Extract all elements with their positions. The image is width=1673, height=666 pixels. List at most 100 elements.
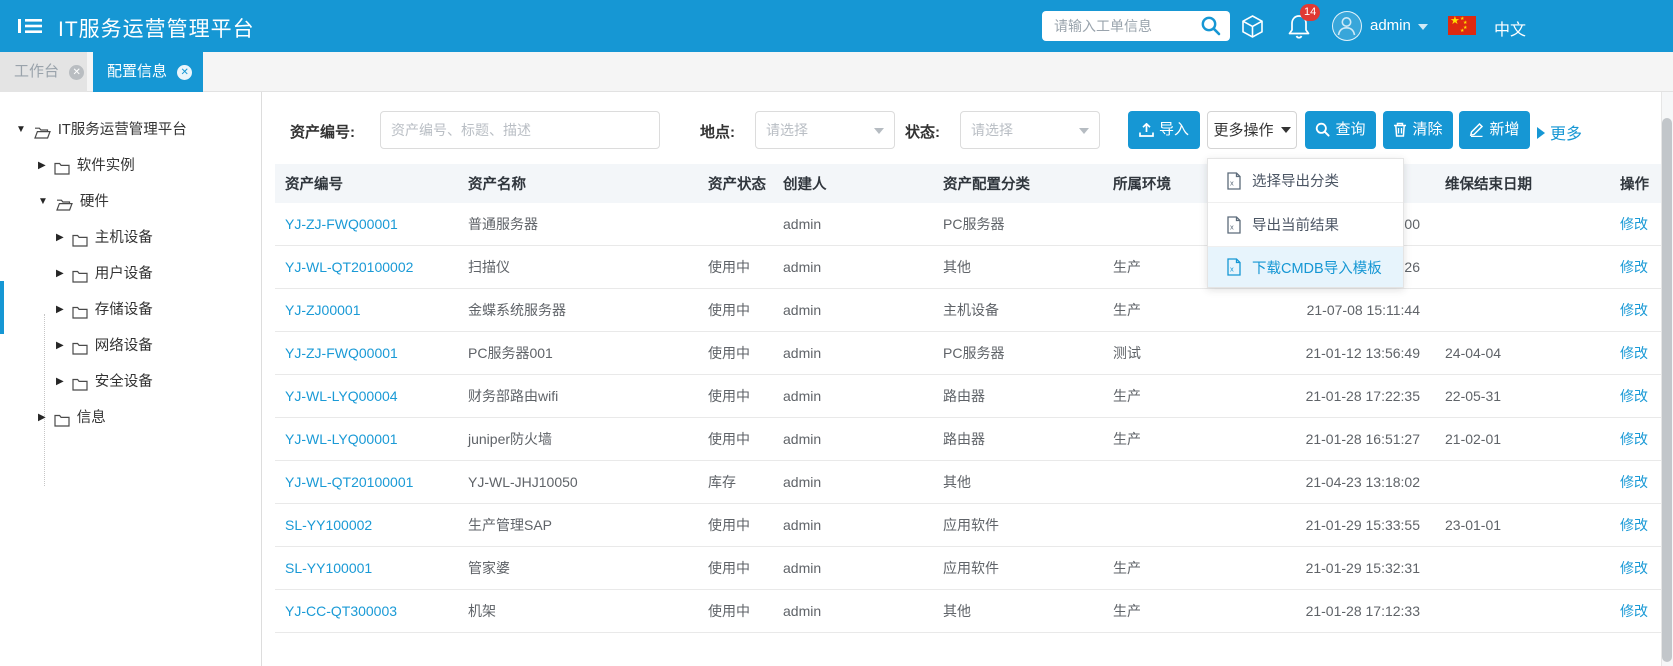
edit-link[interactable]: 修改 [1620,302,1648,318]
caret-right-icon[interactable]: ▶ [56,223,64,253]
asset-id-link[interactable]: SL-YY100002 [285,517,372,533]
edit-link[interactable]: 修改 [1620,517,1648,533]
tree-node[interactable]: ▼ IT服务运营管理平台 [16,115,187,145]
query-button[interactable]: 查询 [1305,111,1376,149]
edit-link[interactable]: 修改 [1620,474,1648,490]
asset-id-cell: YJ-WL-QT20100001 [275,474,460,490]
cell-name: 普通服务器 [468,216,538,232]
menu-item[interactable]: x 选择导出分类 [1208,159,1403,203]
caret-right-icon[interactable]: ▶ [56,259,64,289]
tab-config-info[interactable]: 配置信息 ✕ [93,52,203,92]
edit-link[interactable]: 修改 [1620,560,1648,576]
cube-icon[interactable] [1240,14,1265,39]
asset-id-cell: YJ-ZJ-FWQ00001 [275,216,460,232]
asset-id-cell: YJ-WL-QT20100002 [275,259,460,275]
table-row: YJ-WL-QT20100001 YJ-WL-JHJ10050 库存 admin 其他 2… [275,461,1666,504]
cell-category: 其他 [943,603,971,619]
cell-status: 使用中 [708,345,750,361]
search-icon [1316,122,1331,137]
tree-node[interactable]: ▶ 用户设备 [56,259,153,289]
add-button[interactable]: 新增 [1459,111,1530,149]
tree-node-label: 主机设备 [94,230,153,247]
close-icon[interactable]: ✕ [69,64,85,80]
asset-id-link[interactable]: YJ-WL-LYQ00004 [285,388,398,404]
asset-id-link[interactable]: YJ-ZJ00001 [285,302,360,318]
china-flag-icon[interactable]: ★ ★ ★ ★ ★ [1448,16,1476,35]
close-icon[interactable]: ✕ [177,64,193,80]
cell-creator: admin [783,388,822,404]
edit-link[interactable]: 修改 [1620,431,1648,447]
cell-creator: admin [783,345,822,361]
cell-creator: admin [783,431,822,447]
edit-link[interactable]: 修改 [1620,388,1648,404]
location-select[interactable]: 请选择 [755,111,895,149]
caret-down-icon[interactable]: ▼ [38,187,48,217]
svg-text:x: x [1230,265,1234,274]
asset-id-link[interactable]: YJ-ZJ-FWQ00001 [285,216,398,232]
caret-down-icon[interactable]: ▼ [16,115,26,145]
tree-node[interactable]: ▶ 安全设备 [56,367,153,397]
edit-link[interactable]: 修改 [1620,603,1648,619]
caret-right-icon[interactable]: ▶ [56,367,64,397]
tree-node[interactable]: ▶ 信息 [38,403,106,433]
assets-table: 资产编号 资产名称 资产状态 创建人 资产配置分类 所属环境 维保结束日期 操作 YJ-ZJ-… [275,164,1666,633]
caret-right-icon[interactable]: ▶ [38,403,46,433]
asset-id-cell: YJ-WL-LYQ00004 [275,388,460,404]
tree-node[interactable]: ▼ 硬件 [38,187,109,217]
user-menu[interactable]: admin [1370,17,1411,34]
column-header: 资产配置分类 [943,177,1030,193]
tree-node[interactable]: ▶ 网络设备 [56,331,153,361]
more-operations-button[interactable]: 更多操作 [1207,111,1297,149]
cell-created: 21-01-28 17:12:33 [1305,603,1420,619]
clear-button[interactable]: 清除 [1383,111,1453,149]
cell-operations: 修改 [1610,429,1666,449]
status-label: 状态: [905,124,940,141]
edit-link[interactable]: 修改 [1620,216,1648,232]
more-link[interactable]: 更多 [1537,120,1582,144]
search-icon[interactable] [1200,15,1222,37]
menu-item-label: 选择导出分类 [1252,174,1339,190]
tree-node[interactable]: ▶ 存储设备 [56,295,153,325]
sidebar-toggle-icon[interactable] [18,15,44,37]
folder-icon [72,235,88,247]
cell-category: 其他 [943,474,971,490]
tree-node[interactable]: ▶ 主机设备 [56,223,153,253]
chevron-down-icon [1079,128,1089,134]
trash-icon [1394,122,1407,137]
caret-right-icon[interactable]: ▶ [56,331,64,361]
folder-icon [54,415,70,427]
asset-id-link[interactable]: YJ-WL-QT20100002 [285,259,413,275]
asset-no-input[interactable] [380,111,660,149]
tab-workbench[interactable]: 工作台 ✕ [0,52,87,92]
cell-operations: 修改 [1610,601,1666,621]
cell-warranty: 24-04-04 [1445,345,1502,361]
caret-right-icon[interactable]: ▶ [56,295,64,325]
notification-count-badge: 14 [1300,4,1321,21]
chevron-down-icon [874,128,884,134]
status-select[interactable]: 请选择 [960,111,1100,149]
tree-node[interactable]: ▶ 软件实例 [38,151,135,181]
asset-id-link[interactable]: YJ-ZJ-FWQ00001 [285,345,398,361]
cell-env: 生产 [1113,560,1141,576]
language-switch[interactable]: 中文 [1494,16,1526,40]
edit-link[interactable]: 修改 [1620,259,1648,275]
vertical-scrollbar-thumb[interactable] [1662,118,1672,662]
cell-status: 使用中 [708,259,750,275]
tab-bar: 工作台 ✕ 配置信息 ✕ [0,52,1673,92]
caret-right-icon[interactable]: ▶ [38,151,46,181]
cell-name: 生产管理SAP [468,517,553,533]
asset-id-link[interactable]: SL-YY100001 [285,560,372,576]
edit-link[interactable]: 修改 [1620,345,1648,361]
import-button[interactable]: 导入 [1128,111,1200,149]
avatar[interactable] [1332,11,1362,41]
asset-id-link[interactable]: YJ-WL-LYQ00001 [285,431,398,447]
table-row: YJ-WL-LYQ00004 财务部路由wifi 使用中 admin 路由器 生产 21-0… [275,375,1666,418]
menu-item[interactable]: x 下载CMDB导入模板 [1208,247,1403,287]
cell-created: 21-01-12 13:56:49 [1305,345,1420,361]
asset-id-link[interactable]: YJ-WL-QT20100001 [285,474,413,490]
asset-id-link[interactable]: YJ-CC-QT300003 [285,603,397,619]
tree-node-label: 网络设备 [94,338,153,355]
menu-item[interactable]: x 导出当前结果 [1208,203,1403,247]
tree-node-label: 软件实例 [76,158,135,175]
column-header: 资产状态 [708,177,766,193]
